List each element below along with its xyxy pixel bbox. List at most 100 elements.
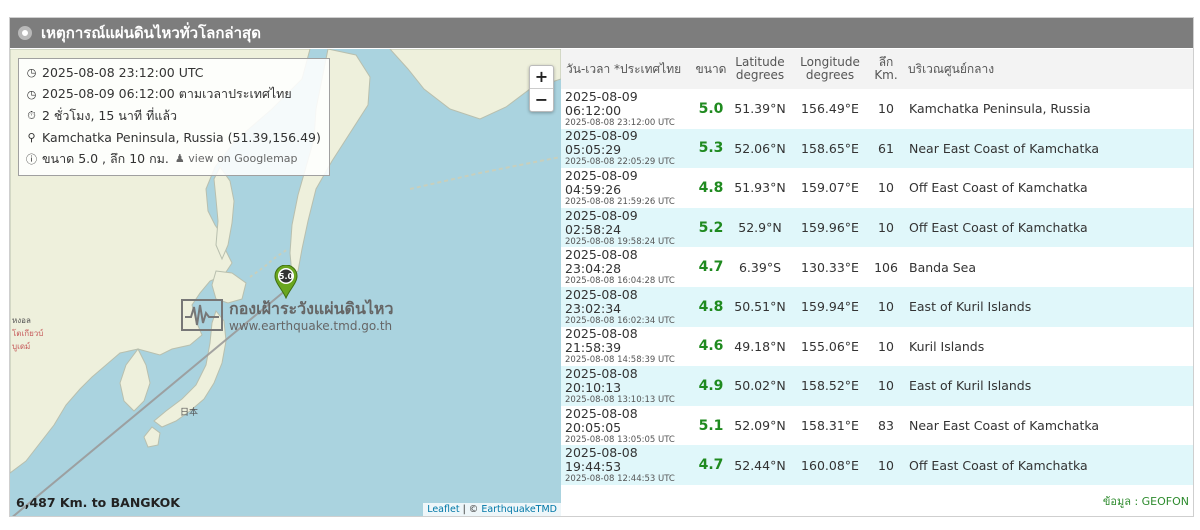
cell-depth: 10: [878, 101, 894, 117]
col-magnitude: ขนาด: [695, 61, 727, 76]
table-row[interactable]: 2025-08-09 06:12:00 2025-08-08 23:12:00 U…: [561, 89, 1193, 129]
cell-latitude: 50.51°N: [734, 299, 786, 315]
col-latitude: Latitude degrees: [735, 55, 785, 82]
cell-longitude: 155.06°E: [801, 338, 859, 354]
cell-longitude: 159.96°E: [801, 220, 859, 236]
col-datetime: วัน-เวลา *ประเทศไทย: [566, 61, 682, 76]
map-place-japan: 日本: [180, 408, 199, 418]
table-row[interactable]: 2025-08-09 02:58:24 2025-08-08 19:58:24 U…: [561, 207, 1193, 248]
utc-datetime: 2025-08-08 16:02:34 UTC: [565, 315, 675, 326]
cell-magnitude: 5.0: [698, 100, 724, 117]
cell-magnitude: 4.9: [698, 377, 724, 394]
magnitude-depth: ขนาด 5.0 , ลึก 10 กม.: [42, 150, 169, 166]
cell-depth: 10: [878, 299, 894, 315]
cell-region: Kuril Islands: [909, 338, 985, 354]
googlemap-link[interactable]: ♟ view on Googlemap: [175, 152, 298, 165]
cell-magnitude: 4.7: [698, 259, 724, 276]
cell-magnitude: 4.7: [698, 457, 724, 474]
cell-latitude: 6.39°S: [738, 259, 782, 275]
col-longitude: Longitude degrees: [800, 55, 860, 82]
table-row[interactable]: 2025-08-08 20:05:05 2025-08-08 13:05:05 U…: [561, 406, 1193, 446]
local-datetime: 2025-08-08 23:04:28: [565, 247, 638, 277]
utc-time-row: ◷ 2025-08-08 23:12:00 UTC: [25, 62, 323, 84]
cell-region: Near East Coast of Kamchatka: [909, 140, 1100, 156]
utc-datetime: 2025-08-08 23:12:00 UTC: [565, 117, 675, 128]
cell-datetime: 2025-08-09 02:58:24 2025-08-08 19:58:24 U…: [561, 208, 693, 248]
local-time: 2025-08-09 06:12:00 ตามเวลาประเทศไทย: [42, 86, 292, 102]
info-icon: ⓘ: [26, 152, 37, 166]
clock-icon: ◷: [26, 87, 37, 101]
street-view-icon: ♟: [174, 152, 185, 166]
cell-depth: 10: [878, 378, 894, 394]
cell-depth: 83: [878, 418, 894, 434]
watermark-url: www.earthquake.tmd.go.th: [229, 319, 393, 333]
cell-depth: 106: [874, 259, 898, 275]
local-datetime: 2025-08-08 21:58:39: [565, 326, 638, 356]
utc-datetime: 2025-08-08 19:58:24 UTC: [565, 236, 675, 247]
cell-datetime: 2025-08-09 06:12:00 2025-08-08 23:12:00 U…: [561, 89, 693, 129]
utc-time: 2025-08-08 23:12:00 UTC: [42, 65, 204, 81]
table-row[interactable]: 2025-08-08 21:58:39 2025-08-08 14:58:39 U…: [561, 327, 1193, 367]
cell-latitude: 49.18°N: [734, 338, 786, 354]
epicenter-marker[interactable]: 5.0: [274, 265, 298, 299]
owner-link[interactable]: EarthquakeTMD: [481, 504, 557, 515]
cell-magnitude: 4.8: [698, 298, 724, 315]
cell-datetime: 2025-08-08 23:02:34 2025-08-08 16:02:34 U…: [561, 287, 693, 327]
map-place-label: บูเดม์: [12, 342, 31, 351]
utc-datetime: 2025-08-08 13:05:05 UTC: [565, 434, 675, 445]
local-datetime: 2025-08-09 06:12:00: [565, 88, 638, 118]
cell-latitude: 52.09°N: [734, 418, 786, 434]
utc-datetime: 2025-08-08 12:44:53 UTC: [565, 474, 675, 485]
cell-region: Near East Coast of Kamchatka: [909, 418, 1100, 434]
table-row[interactable]: 2025-08-08 20:10:13 2025-08-08 13:10:13 U…: [561, 366, 1193, 406]
map-attribution: Leaflet | © EarthquakeTMD: [423, 503, 561, 516]
cell-latitude: 51.39°N: [734, 101, 786, 117]
circle-icon: [18, 26, 32, 40]
cell-latitude: 50.02°N: [734, 378, 786, 394]
local-datetime: 2025-08-09 05:05:29: [565, 128, 638, 158]
clock-icon: ◷: [26, 66, 37, 80]
map-view[interactable]: หงอล โตเกียวบ์ บูเดม์ 日本 ◷ 2025-08-08 23…: [10, 49, 561, 516]
elapsed-time: 2 ชั่วโมง, 15 นาที ที่แล้ว: [42, 107, 178, 123]
cell-datetime: 2025-08-08 19:44:53 2025-08-08 12:44:53 U…: [561, 445, 693, 485]
earthquake-list: วัน-เวลา *ประเทศไทย ขนาด Latitude degrees…: [561, 49, 1193, 516]
data-source: ข้อมูล : GEOFON: [1102, 495, 1189, 508]
cell-datetime: 2025-08-09 05:05:29 2025-08-08 22:05:29 U…: [561, 129, 693, 169]
cell-depth: 10: [878, 457, 894, 473]
utc-datetime: 2025-08-08 13:10:13 UTC: [565, 394, 675, 405]
earthquake-table: วัน-เวลา *ประเทศไทย ขนาด Latitude degrees…: [561, 49, 1193, 485]
panel-header: เหตุการณ์แผ่นดินไหวทั่วโลกล่าสุด: [10, 18, 1193, 48]
utc-datetime: 2025-08-08 16:04:28 UTC: [565, 276, 675, 287]
cell-latitude: 52.06°N: [734, 140, 786, 156]
table-header-row: วัน-เวลา *ประเทศไทย ขนาด Latitude degrees…: [561, 49, 1193, 89]
table-row[interactable]: 2025-08-08 23:04:28 2025-08-08 16:04:28 U…: [561, 247, 1193, 287]
leaflet-link[interactable]: Leaflet: [427, 504, 459, 515]
zoom-out-button[interactable]: −: [530, 88, 553, 111]
cell-region: Off East Coast of Kamchatka: [909, 220, 1088, 236]
cell-datetime: 2025-08-08 20:10:13 2025-08-08 13:10:13 U…: [561, 366, 693, 406]
tmd-watermark: กองเฝ้าระวังแผ่นดินไหว www.earthquake.tm…: [181, 295, 401, 345]
local-datetime: 2025-08-09 04:59:26: [565, 167, 638, 197]
latest-earthquakes-panel: เหตุการณ์แผ่นดินไหวทั่วโลกล่าสุด หงอล โต…: [9, 17, 1194, 517]
cell-magnitude: 5.1: [698, 417, 724, 434]
marker-magnitude: 5.0: [279, 272, 294, 281]
utc-datetime: 2025-08-08 21:59:26 UTC: [565, 196, 675, 207]
map-pin-icon: ⚲: [27, 130, 36, 144]
cell-longitude: 130.33°E: [801, 259, 859, 275]
table-row[interactable]: 2025-08-09 04:59:26 2025-08-08 21:59:26 U…: [561, 168, 1193, 208]
col-region: บริเวณศูนย์กลาง: [908, 61, 995, 76]
cell-longitude: 156.49°E: [801, 101, 859, 117]
cell-longitude: 158.65°E: [801, 140, 859, 156]
cell-magnitude: 4.6: [698, 338, 724, 355]
cell-longitude: 160.08°E: [801, 457, 859, 473]
table-row[interactable]: 2025-08-08 23:02:34 2025-08-08 16:02:34 U…: [561, 286, 1193, 327]
cell-region: Banda Sea: [909, 259, 977, 275]
cell-longitude: 159.07°E: [801, 180, 859, 196]
table-row[interactable]: 2025-08-09 05:05:29 2025-08-08 22:05:29 U…: [561, 128, 1193, 169]
table-row[interactable]: 2025-08-08 19:44:53 2025-08-08 12:44:53 U…: [561, 445, 1193, 485]
cell-longitude: 159.94°E: [801, 299, 859, 315]
cell-longitude: 158.52°E: [801, 378, 859, 394]
utc-datetime: 2025-08-08 14:58:39 UTC: [565, 355, 675, 366]
cell-datetime: 2025-08-08 21:58:39 2025-08-08 14:58:39 U…: [561, 327, 693, 367]
zoom-in-button[interactable]: +: [530, 66, 553, 88]
